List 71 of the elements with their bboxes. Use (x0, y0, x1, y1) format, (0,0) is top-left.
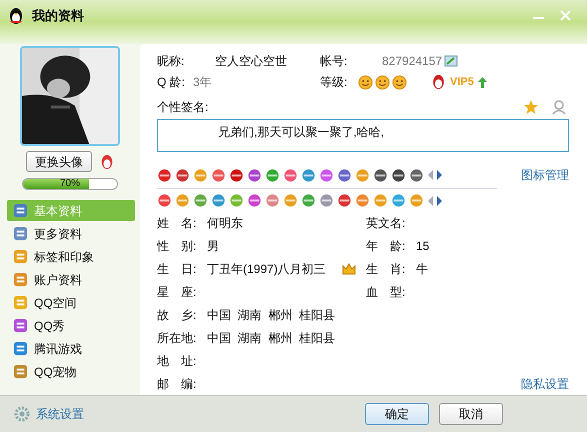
badge-icon[interactable] (229, 168, 244, 182)
field-label: 生 肖: (366, 260, 406, 278)
category-icon (13, 272, 28, 287)
signature-label: 个性签名: (157, 98, 208, 116)
badge-icon[interactable] (247, 168, 262, 182)
vip-level-text: VIP5 (450, 75, 474, 90)
badge-icon[interactable] (175, 168, 190, 182)
field-label: 英文名: (366, 214, 406, 232)
field-label: 性 别: (157, 238, 198, 254)
sidebar-item[interactable]: 更多资料 (7, 223, 135, 244)
sidebar-item[interactable]: QQ宠物 (7, 361, 135, 382)
settings-icon[interactable] (14, 406, 30, 422)
badge-icon[interactable] (391, 168, 406, 182)
field-label: 血 型: (366, 284, 406, 300)
field-value: 中国 湖南 郴州 桂阳县 (207, 306, 336, 324)
field-label: 星 座: (157, 284, 198, 300)
up-arrow-icon (478, 76, 487, 88)
category-icon (13, 203, 28, 218)
field-value: 15 (416, 238, 430, 254)
account-value: 827924157 (382, 52, 444, 70)
sidebar-item[interactable]: 腾讯游戏 (7, 338, 135, 359)
field-label: 姓 名: (157, 214, 198, 232)
dialog-button[interactable]: 确定 (365, 403, 429, 425)
person-icon[interactable] (551, 98, 567, 115)
level-label: 等级: (320, 74, 348, 92)
field-value: 男 (207, 238, 219, 254)
category-icon (13, 318, 28, 333)
smiley-icon (392, 74, 407, 90)
category-icon (13, 295, 28, 310)
account-label: 帐号: (320, 52, 348, 70)
category-icon (13, 341, 28, 356)
field-label: 故 乡: (157, 306, 198, 324)
badge-icon[interactable] (337, 193, 352, 208)
category-icon (13, 364, 28, 379)
icon-manage-link[interactable]: 图标管理 (521, 166, 569, 184)
privacy-settings-link[interactable]: 隐私设置 (521, 374, 569, 392)
field-label: 邮 编: (157, 376, 198, 392)
dialog-button[interactable]: 取消 (439, 403, 503, 425)
sidebar-item[interactable]: 账户资料 (7, 269, 135, 290)
smiley-icon (358, 74, 373, 90)
field-label: 地 址: (157, 352, 198, 370)
field-label: 年 龄: (366, 238, 406, 254)
field-label: 生 日: (157, 260, 198, 278)
sidebar-item[interactable]: QQ空间 (7, 292, 135, 313)
scroll-arrows-icon[interactable] (427, 196, 443, 206)
smiley-icon (375, 74, 390, 90)
star-icon[interactable] (523, 98, 539, 115)
q-age-value: 3年 (193, 74, 213, 92)
change-avatar-button[interactable]: 更换头像 (26, 151, 92, 172)
badge-icon[interactable] (373, 168, 388, 182)
system-settings-link[interactable]: 系统设置 (36, 405, 84, 423)
field-value: 何明东 (207, 214, 243, 232)
field-value: 牛 (416, 260, 428, 278)
window-title: 我的资料 (32, 7, 84, 25)
scroll-arrows-icon[interactable] (427, 170, 443, 180)
badge-icon[interactable] (409, 168, 424, 182)
field-label: 所在地: (157, 330, 198, 346)
signature-field[interactable]: 兄弟们,那天可以聚一聚了,哈哈, (157, 118, 569, 152)
sidebar-item[interactable]: 标签和印象 (7, 246, 135, 267)
field-value: 丁丑年(1997)八月初三 (207, 260, 326, 278)
category-icon (13, 226, 28, 241)
nickname-value: 空人空心空世 (215, 52, 288, 70)
category-icon (13, 249, 28, 264)
progress-reading: 70% (58, 179, 81, 189)
badge-icon[interactable] (337, 168, 352, 182)
field-value: 中国 湖南 郴州 桂阳县 (207, 330, 336, 346)
q-age-label: Q 龄: (157, 74, 186, 92)
nickname-label: 昵称: (157, 52, 186, 70)
edit-icon[interactable] (444, 54, 458, 67)
sidebar-item[interactable]: QQ秀 (7, 315, 135, 336)
badge-icon[interactable] (157, 168, 172, 182)
